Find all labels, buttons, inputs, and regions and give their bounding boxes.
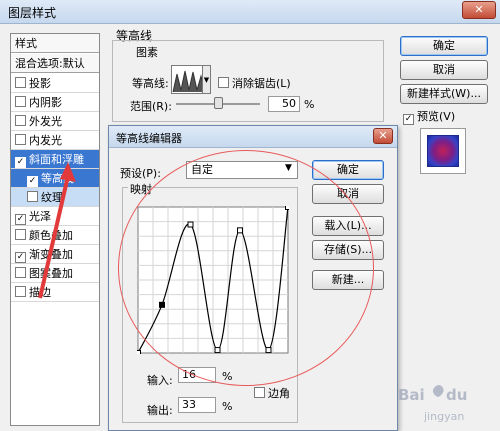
red-arrow-annotation: [38, 162, 76, 299]
window-titlebar[interactable]: [0, 0, 500, 24]
cancel-button[interactable]: 取消: [400, 60, 488, 80]
checkbox-checked[interactable]: ✓: [15, 157, 26, 168]
contour-label: 等高线:: [132, 77, 169, 90]
input-label: 输入:: [147, 374, 173, 387]
checkbox-checked[interactable]: ✓: [15, 252, 26, 263]
checkbox[interactable]: [15, 267, 26, 278]
checkbox-checked[interactable]: ✓: [15, 214, 26, 225]
curve-point[interactable]: [137, 350, 141, 355]
output-value-field[interactable]: 33: [178, 397, 216, 413]
preset-label: 预设(P):: [120, 167, 161, 180]
corner-checkbox[interactable]: 边角: [254, 385, 290, 401]
style-item-inner-glow[interactable]: 内发光: [11, 131, 99, 150]
close-icon[interactable]: ✕: [462, 1, 496, 19]
baidu-jingyan-watermark: Bai du jingyan: [398, 385, 467, 423]
checkbox[interactable]: [15, 115, 26, 126]
range-unit: %: [304, 98, 315, 111]
dialog-title: 等高线编辑器: [116, 132, 182, 145]
ok-button[interactable]: 确定: [400, 36, 488, 56]
checkbox[interactable]: [15, 134, 26, 145]
svg-text:jingyan: jingyan: [423, 410, 464, 423]
antialias-checkbox[interactable]: 消除锯齿(L): [218, 75, 291, 91]
checkbox-checked[interactable]: ✓: [403, 114, 414, 125]
styles-list-header: 样式: [11, 34, 99, 53]
output-label: 输出:: [147, 404, 173, 417]
range-input[interactable]: 50: [268, 96, 300, 112]
checkbox[interactable]: [15, 77, 26, 88]
style-item-blending-options[interactable]: 混合选项:默认: [11, 54, 99, 73]
checkbox[interactable]: [15, 286, 26, 297]
style-preview-swatch: [427, 135, 459, 167]
style-item-inner-shadow[interactable]: 内阴影: [11, 93, 99, 112]
chevron-down-icon[interactable]: ▼: [202, 65, 211, 94]
red-circle-annotation: [118, 150, 374, 386]
window-title: 图层样式: [8, 6, 57, 20]
group-label: 图素: [134, 44, 160, 60]
new-style-button[interactable]: 新建样式(W)...: [400, 84, 488, 104]
checkbox[interactable]: [15, 96, 26, 107]
svg-text:du: du: [446, 386, 467, 404]
style-item-outer-glow[interactable]: 外发光: [11, 112, 99, 131]
checkbox[interactable]: [218, 77, 229, 88]
range-label: 范围(R):: [130, 100, 172, 113]
checkbox[interactable]: [15, 229, 26, 240]
close-icon[interactable]: ✕: [373, 128, 393, 144]
range-slider-handle[interactable]: [214, 97, 223, 109]
preview-checkbox[interactable]: ✓ 预览(V): [403, 108, 455, 125]
output-unit: %: [222, 400, 233, 413]
style-item-drop-shadow[interactable]: 投影: [11, 74, 99, 93]
svg-text:Bai: Bai: [398, 386, 425, 404]
checkbox[interactable]: [254, 387, 265, 398]
